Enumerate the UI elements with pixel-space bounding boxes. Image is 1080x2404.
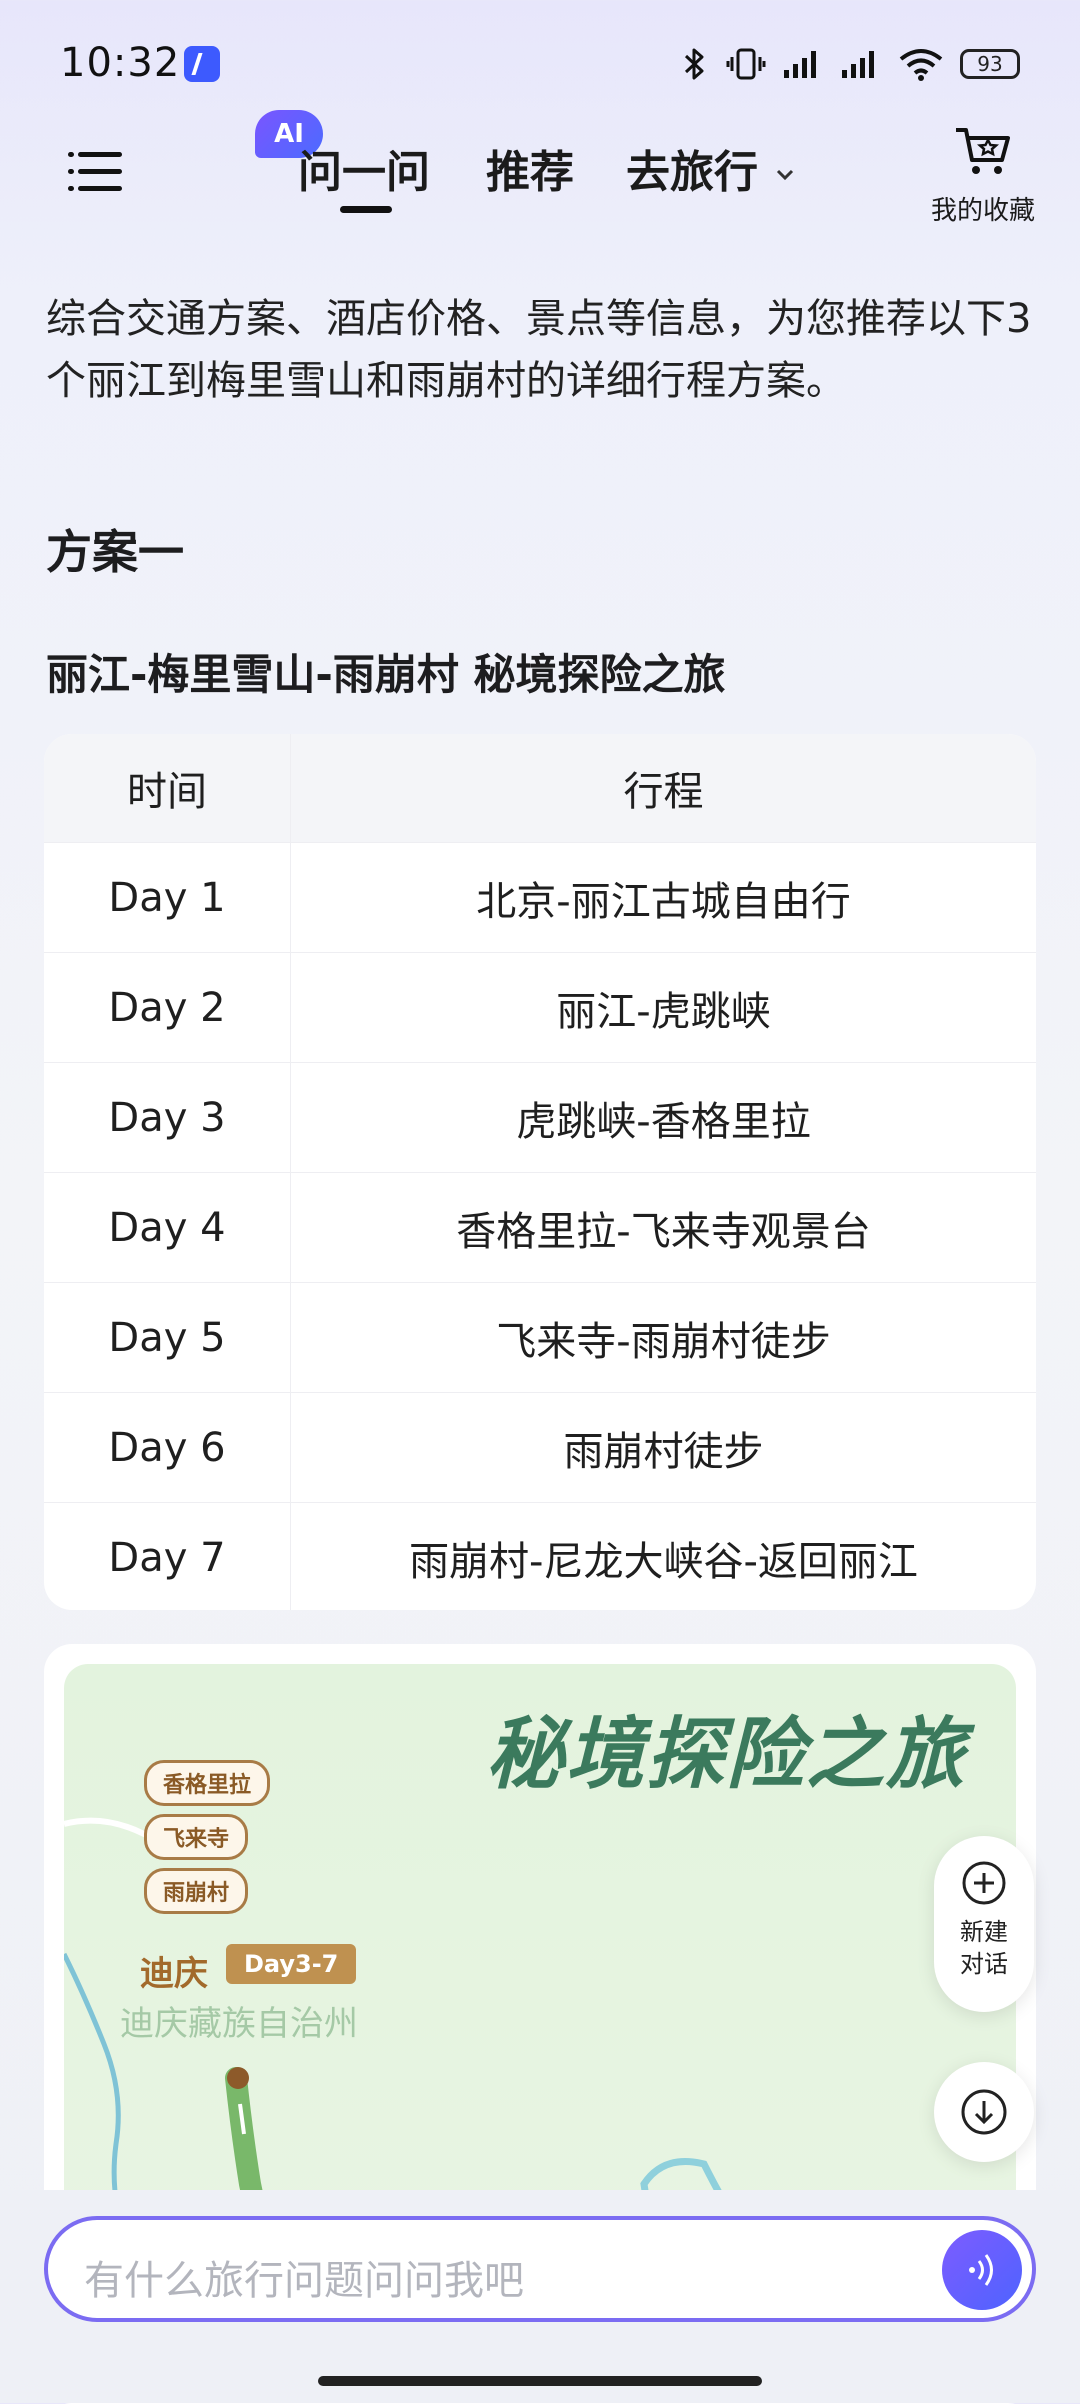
map-title: 秘境探险之旅: [485, 1710, 966, 1800]
route-title: 丽江-梅里雪山-雨崩村 秘境探险之旅: [46, 650, 726, 699]
header-time: 时间: [44, 734, 291, 842]
voice-button[interactable]: [942, 2230, 1022, 2310]
map-tag-shangri-la: 香格里拉: [144, 1760, 271, 1806]
top-nav: AI 问一问 推荐 去旅行 我的收藏: [0, 110, 1080, 260]
table-row: Day 7 雨崩村-尼龙大峡谷-返回丽江: [44, 1502, 1036, 1610]
menu-icon-dot: [68, 169, 74, 174]
active-tab-indicator: [340, 206, 392, 213]
shopping-cart-icon: [956, 128, 1010, 174]
tab-travel-label: 去旅行: [626, 147, 758, 198]
plan-title: 方案一: [46, 525, 184, 579]
map-city-label: 迪庆: [140, 1954, 208, 1994]
new-chat-label-line2: 对话: [960, 1950, 1008, 1978]
new-chat-label-line1: 新建: [960, 1918, 1008, 1946]
row-day: Day 2: [44, 953, 291, 1062]
table-row: Day 1 北京-丽江古城自由行: [44, 842, 1036, 952]
arrow-down-circle-icon: [961, 2089, 1007, 2135]
home-indicator: [318, 2376, 762, 2386]
menu-icon-line: [78, 169, 122, 174]
row-route: 雨崩村-尼龙大峡谷-返回丽江: [409, 1538, 918, 1585]
row-day: Day 6: [44, 1393, 291, 1502]
header-route: 行程: [623, 769, 704, 815]
bottom-input-bar: 有什么旅行问题问问我吧: [0, 2190, 1080, 2403]
favorites-label: 我的收藏: [930, 196, 1035, 226]
voice-icon: [969, 2254, 993, 2286]
table-row: Day 4 香格里拉-飞来寺观景台: [44, 1172, 1036, 1282]
row-day: Day 1: [44, 843, 291, 952]
map-day-tag: Day3-7: [226, 1944, 357, 1984]
tab-travel[interactable]: 去旅行: [626, 136, 797, 200]
row-route: 雨崩村徒步: [563, 1428, 764, 1475]
menu-icon-line: [78, 152, 122, 157]
signal-icon-1: [784, 51, 816, 78]
scroll-down-button[interactable]: [934, 2062, 1034, 2162]
bluetooth-icon: [684, 48, 704, 80]
row-day: Day 5: [44, 1283, 291, 1392]
row-route: 虎跳峡-香格里拉: [516, 1098, 811, 1145]
app-notification-icon: [184, 46, 220, 82]
intro-text: 综合交通方案、酒店价格、景点等信息，为您推荐以下3个丽江到梅里雪山和雨崩村的详细…: [46, 296, 1032, 404]
tab-recommend[interactable]: 推荐: [486, 136, 574, 200]
wifi-icon: [899, 49, 943, 81]
tab-ask[interactable]: 问一问: [298, 136, 430, 200]
menu-icon-line: [78, 186, 122, 191]
chat-input-placeholder: 有什么旅行问题问问我吧: [84, 2258, 524, 2304]
table-row: Day 2 丽江-虎跳峡: [44, 952, 1036, 1062]
status-bar: 10:32 93: [0, 0, 1080, 130]
row-route: 飞来寺-雨崩村徒步: [496, 1318, 831, 1365]
map-tag-yubeng: 雨崩村: [144, 1868, 249, 1914]
chat-input[interactable]: 有什么旅行问题问问我吧: [44, 2216, 1036, 2322]
status-time: 10:32: [60, 40, 181, 86]
map-tag-feilai-temple: 飞来寺: [144, 1814, 249, 1860]
table-row: Day 3 虎跳峡-香格里拉: [44, 1062, 1036, 1172]
map-region-label: 迪庆藏族自治州: [120, 2004, 358, 2044]
new-chat-button[interactable]: 新建 对话: [934, 1836, 1034, 2012]
favorites-button[interactable]: 我的收藏: [918, 120, 1048, 227]
row-route: 香格里拉-飞来寺观景台: [456, 1208, 871, 1255]
row-route: 北京-丽江古城自由行: [476, 878, 851, 925]
status-icons: 93: [680, 42, 1020, 86]
menu-icon: [68, 152, 74, 157]
vibrate-icon: [726, 48, 766, 80]
menu-button[interactable]: [66, 138, 130, 202]
new-chat-label: 新建 对话: [934, 1916, 1034, 1980]
menu-icon-dot: [68, 186, 74, 191]
signal-icon-2: [842, 51, 874, 78]
chevron-down-icon: [777, 169, 794, 181]
plus-circle-icon: [962, 1861, 1006, 1905]
battery-indicator: 93: [960, 49, 1020, 79]
table-header: 时间 行程: [44, 734, 1036, 842]
table-row: Day 6 雨崩村徒步: [44, 1392, 1036, 1502]
row-route: 丽江-虎跳峡: [556, 988, 771, 1035]
itinerary-table: 时间 行程 Day 1 北京-丽江古城自由行 Day 2 丽江-虎跳峡 Day …: [44, 734, 1036, 1610]
table-row: Day 5 飞来寺-雨崩村徒步: [44, 1282, 1036, 1392]
row-day: Day 4: [44, 1173, 291, 1282]
row-day: Day 3: [44, 1063, 291, 1172]
row-day: Day 7: [44, 1503, 291, 1610]
